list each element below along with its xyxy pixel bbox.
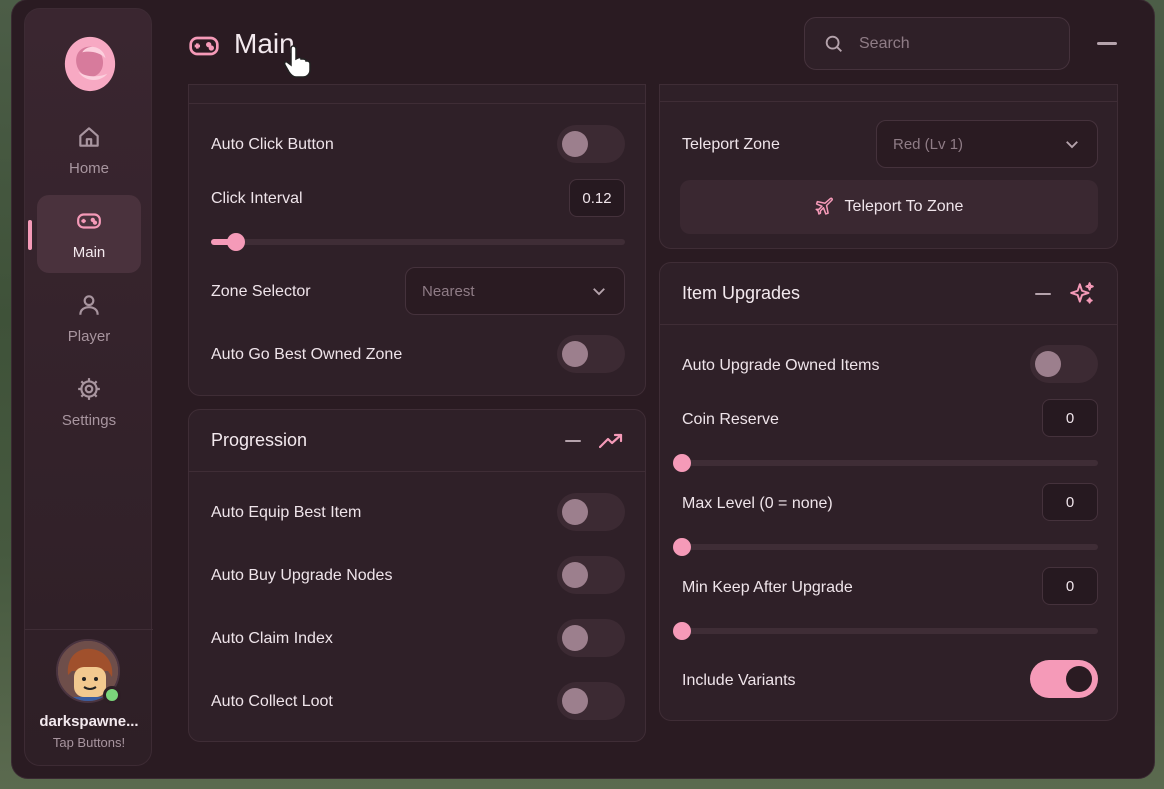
hand-cursor-icon xyxy=(283,45,311,78)
search-input[interactable] xyxy=(859,34,1049,53)
chevron-down-icon xyxy=(1066,141,1078,149)
sidebar-item-label: Home xyxy=(68,159,109,177)
active-nav-indicator xyxy=(28,220,32,250)
min-keep-label: Min Keep After Upgrade xyxy=(682,579,853,596)
search-icon xyxy=(825,35,842,52)
auto-click-toggle[interactable] xyxy=(557,125,625,163)
user-status: Tap Buttons! xyxy=(52,735,126,750)
auto-upgrade-label: Auto Upgrade Owned Items xyxy=(682,357,880,374)
list-item-label: Auto Buy Upgrade Nodes xyxy=(211,567,393,584)
list-item-label: Auto Equip Best Item xyxy=(211,504,362,521)
click-interval-value[interactable]: 0.12 xyxy=(569,179,625,217)
teleport-zone-dropdown[interactable]: Red (Lv 1) xyxy=(876,120,1098,168)
panel-divider xyxy=(660,101,1117,102)
min-keep-slider[interactable] xyxy=(673,622,1098,640)
max-level-value[interactable]: 0 xyxy=(1042,483,1098,521)
sidebar-item-label: Main xyxy=(72,243,106,261)
app-logo-icon xyxy=(64,36,116,92)
auto-click-label: Auto Click Button xyxy=(211,136,334,153)
include-variants-label: Include Variants xyxy=(682,672,796,689)
chevron-down-icon xyxy=(593,288,605,296)
teleport-zone-value: Red (Lv 1) xyxy=(893,135,964,153)
zone-selector-dropdown[interactable]: Nearest xyxy=(405,267,625,315)
list-item-label: Auto Collect Loot xyxy=(211,693,333,710)
sidebar-item-label: Settings xyxy=(61,411,117,429)
trending-up-icon xyxy=(599,433,623,448)
username: darkspawne... xyxy=(39,713,139,730)
auto-best-zone-toggle[interactable] xyxy=(557,335,625,373)
sidebar-item-main[interactable]: Main xyxy=(37,195,141,273)
zone-selector-value: Nearest xyxy=(422,282,475,300)
coin-reserve-value[interactable]: 0 xyxy=(1042,399,1098,437)
auto-equip-toggle[interactable] xyxy=(557,493,625,531)
item-upgrades-panel: Item Upgrades Auto Upgrade Owned Items C… xyxy=(659,262,1118,721)
plane-icon xyxy=(814,197,833,215)
sidebar-item-home[interactable]: Home xyxy=(37,111,141,189)
gamepad-icon xyxy=(77,212,101,229)
coin-reserve-label: Coin Reserve xyxy=(682,411,779,428)
panel-divider xyxy=(189,103,645,104)
progression-panel: Progression Auto Equip Best Item Auto Bu… xyxy=(188,409,646,742)
panel-title: Item Upgrades xyxy=(682,283,801,303)
user-icon xyxy=(79,294,99,315)
auto-best-zone-label: Auto Go Best Owned Zone xyxy=(211,346,403,363)
gamepad-icon xyxy=(189,36,219,56)
list-item-label: Auto Claim Index xyxy=(211,630,333,647)
collapse-icon[interactable] xyxy=(1035,292,1051,295)
teleport-button-label: Teleport To Zone xyxy=(844,198,964,215)
coin-reserve-slider[interactable] xyxy=(673,454,1098,472)
gear-icon xyxy=(78,377,100,400)
zone-selector-label: Zone Selector xyxy=(211,283,311,300)
sidebar-item-label: Player xyxy=(67,327,111,345)
include-variants-toggle[interactable] xyxy=(1030,660,1098,698)
clicker-panel: Auto Click Button Click Interval 0.12 Zo… xyxy=(188,84,646,396)
max-level-label: Max Level (0 = none) xyxy=(682,495,833,512)
click-interval-slider[interactable] xyxy=(211,233,625,251)
search-box[interactable] xyxy=(804,17,1070,70)
sparkles-icon xyxy=(1070,281,1094,304)
sidebar-item-settings[interactable]: Settings xyxy=(37,363,141,441)
online-status-dot xyxy=(103,686,121,704)
panel-title: Progression xyxy=(211,430,308,450)
sidebar-divider xyxy=(25,629,153,630)
progression-header: Progression xyxy=(189,410,645,472)
home-icon xyxy=(79,126,99,147)
auto-upgrade-toggle[interactable] xyxy=(1030,345,1098,383)
minimize-window-button[interactable] xyxy=(1097,42,1117,45)
teleport-panel: Teleport Zone Red (Lv 1) Teleport To Zon… xyxy=(659,84,1118,249)
sidebar-item-player[interactable]: Player xyxy=(37,279,141,357)
auto-buy-toggle[interactable] xyxy=(557,556,625,594)
auto-collect-toggle[interactable] xyxy=(557,682,625,720)
auto-claim-toggle[interactable] xyxy=(557,619,625,657)
max-level-slider[interactable] xyxy=(673,538,1098,556)
collapse-icon[interactable] xyxy=(565,439,581,442)
min-keep-value[interactable]: 0 xyxy=(1042,567,1098,605)
sidebar: Home Main Player Settings darkspawne... … xyxy=(24,8,153,766)
teleport-zone-label: Teleport Zone xyxy=(682,136,780,153)
teleport-button[interactable]: Teleport To Zone xyxy=(680,180,1098,234)
item-upgrades-header: Item Upgrades xyxy=(660,263,1117,325)
click-interval-label: Click Interval xyxy=(211,190,303,207)
